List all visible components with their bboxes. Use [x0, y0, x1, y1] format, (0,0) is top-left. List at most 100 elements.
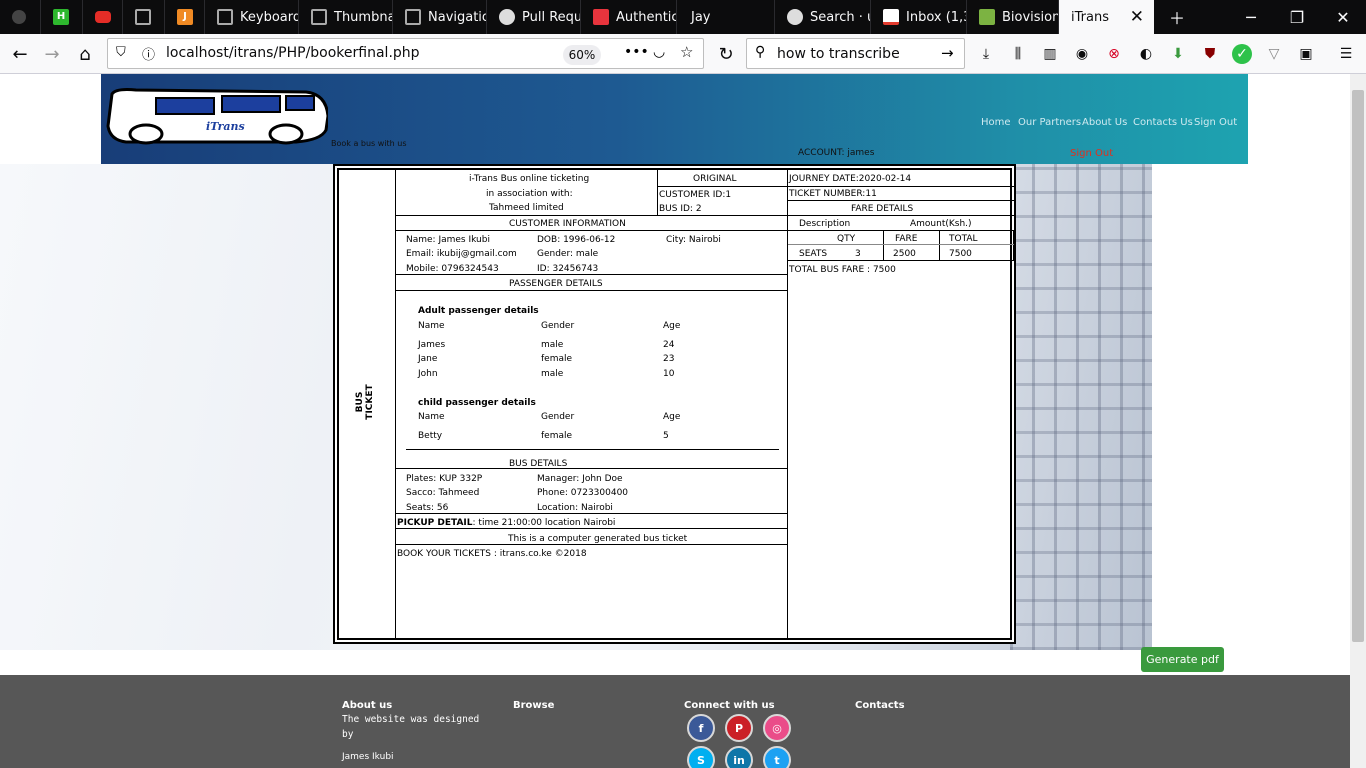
info-icon[interactable]: ⓘ	[142, 44, 155, 63]
circle-icon	[12, 10, 26, 24]
twitter-icon[interactable]: t	[763, 746, 791, 768]
divider	[883, 230, 884, 261]
tab-pinned-2[interactable]: H	[40, 0, 82, 34]
extension-icon[interactable]: ◐	[1136, 44, 1156, 64]
fare-total-header: TOTAL	[949, 234, 978, 244]
check-icon[interactable]: ✓	[1232, 44, 1252, 64]
tab-search[interactable]: Search · u	[774, 0, 870, 34]
home-button[interactable]: ⌂	[71, 40, 99, 68]
search-bar[interactable]: ⚲ how to transcribe →	[746, 38, 965, 69]
tab-label: Pull Requ	[522, 9, 580, 25]
skype-icon[interactable]: S	[687, 746, 715, 768]
ticket-frame: BUS TICKET i-Trans Bus online ticketing …	[337, 168, 1014, 640]
tab-keyboard[interactable]: Keyboard	[204, 0, 298, 34]
close-window-button[interactable]: ✕	[1320, 0, 1366, 34]
divider	[788, 244, 1014, 245]
download-icon[interactable]: ⤓	[976, 44, 996, 64]
customer-name: Name: James Ikubi	[406, 235, 490, 245]
tab-thumbna[interactable]: Thumbna	[298, 0, 392, 34]
url-bar[interactable]: ⛉ ⓘ localhost/itrans/PHP/bookerfinal.php…	[107, 38, 704, 69]
reload-button[interactable]: ↻	[712, 40, 740, 68]
pocket-icon[interactable]: ◡	[653, 44, 665, 60]
account-icon[interactable]: ◉	[1072, 44, 1092, 64]
linkedin-icon[interactable]: in	[725, 746, 753, 768]
nav-contacts-us[interactable]: Contacts Us	[1133, 117, 1193, 128]
menu-icon[interactable]: ☰	[1336, 44, 1356, 64]
tab-inbox[interactable]: Inbox (1,3	[870, 0, 966, 34]
facebook-icon[interactable]: f	[687, 714, 715, 742]
more-actions-icon[interactable]: •••	[624, 44, 649, 60]
sidebar-icon[interactable]: ▥	[1040, 44, 1060, 64]
minimize-button[interactable]: ─	[1228, 0, 1274, 34]
tab-pinned-4[interactable]	[122, 0, 164, 34]
youtube-icon	[95, 11, 111, 23]
child-name-header: Name	[418, 412, 445, 422]
generate-pdf-button[interactable]: Generate pdf	[1141, 647, 1224, 672]
laravel-icon	[593, 9, 609, 25]
fare-total: 7500	[949, 249, 972, 259]
tab-label: Navigatio	[428, 9, 486, 25]
adult-gender: female	[541, 354, 573, 364]
nav-our-partners[interactable]: Our Partners	[1018, 117, 1081, 128]
nav-home[interactable]: Home	[981, 117, 1011, 128]
tab-pinned-1[interactable]	[0, 0, 40, 34]
nav-about-us[interactable]: About Us	[1082, 117, 1127, 128]
new-tab-button[interactable]: ＋	[1154, 0, 1200, 34]
divider	[788, 186, 1014, 187]
back-button[interactable]: ←	[6, 40, 34, 68]
divider	[939, 230, 940, 261]
divider	[1013, 230, 1014, 261]
extension-download-icon[interactable]: ⬇	[1168, 44, 1188, 64]
customer-email: Email: ikubij@gmail.com	[406, 249, 517, 259]
divider	[396, 528, 787, 529]
fare-qty-header: QTY	[837, 234, 856, 244]
scrollbar-thumb[interactable]	[1352, 90, 1364, 642]
divider	[396, 290, 787, 291]
tab-navigatio[interactable]: Navigatio	[392, 0, 486, 34]
search-text[interactable]: how to transcribe	[777, 46, 900, 62]
bus-logo[interactable]: iTrans	[106, 86, 328, 146]
tab-pull-requ[interactable]: Pull Requ	[486, 0, 580, 34]
sign-out-link[interactable]: Sign Out	[1070, 148, 1113, 159]
divider	[787, 170, 788, 638]
site-footer: About us The website was designed by Jam…	[0, 675, 1350, 768]
library-icon[interactable]: ⫼	[1008, 44, 1028, 64]
tab-biovision[interactable]: Biovision	[966, 0, 1058, 34]
tab-label: Authentic	[616, 9, 676, 25]
adult-age: 10	[663, 369, 675, 379]
url-text[interactable]: localhost/itrans/PHP/bookerfinal.php	[166, 45, 420, 61]
divider	[657, 170, 658, 215]
divider	[788, 200, 1014, 201]
side-label-bus: BUS	[355, 391, 365, 413]
child-name: Betty	[418, 431, 443, 441]
tab-authentic[interactable]: Authentic	[580, 0, 676, 34]
tab-pinned-5[interactable]: J	[164, 0, 204, 34]
tab-itrans[interactable]: iTrans ✕	[1058, 0, 1154, 34]
adult-name-header: Name	[418, 321, 445, 331]
vertical-scrollbar[interactable]	[1350, 74, 1366, 768]
tab-pinned-3[interactable]	[82, 0, 122, 34]
zoom-level[interactable]: 60%	[563, 45, 601, 65]
monitor-icon	[311, 9, 327, 25]
tab-jay[interactable]: Jay	[676, 0, 774, 34]
dribbble-icon[interactable]: ◎	[763, 714, 791, 742]
blocker-icon[interactable]: ⊗	[1104, 44, 1124, 64]
ublock-icon[interactable]: ⛊	[1200, 44, 1220, 64]
shield-icon[interactable]: ⛉	[116, 45, 126, 60]
bus-id: BUS ID: 2	[659, 204, 702, 214]
passenger-details-title: PASSENGER DETAILS	[509, 279, 603, 289]
nav-sign-out[interactable]: Sign Out	[1194, 117, 1237, 128]
vpn-icon[interactable]: ▽	[1264, 44, 1284, 64]
forward-button[interactable]: →	[38, 40, 66, 68]
bookmark-star-icon[interactable]: ☆	[680, 43, 693, 61]
tab-label: iTrans	[1071, 9, 1109, 25]
search-go-icon[interactable]: →	[941, 44, 954, 62]
screenshot-icon[interactable]: ▣	[1296, 44, 1316, 64]
about-us-text-1: The website was designed	[342, 714, 480, 725]
pinterest-icon[interactable]: P	[725, 714, 753, 742]
divider	[406, 449, 779, 450]
divider	[788, 260, 1014, 261]
maximize-button[interactable]: ❐	[1274, 0, 1320, 34]
close-tab-icon[interactable]: ✕	[1130, 7, 1144, 27]
browse-title: Browse	[513, 700, 555, 711]
